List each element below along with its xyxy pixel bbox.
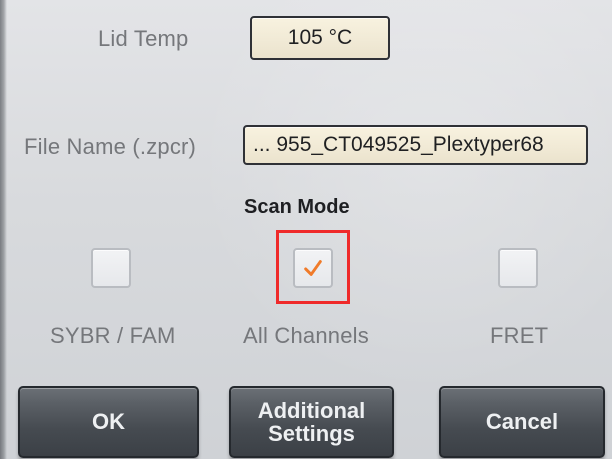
ok-button[interactable]: OK <box>18 386 199 458</box>
scan-mode-label-fret: FRET <box>490 323 549 348</box>
scan-mode-title: Scan Mode <box>244 196 350 218</box>
scan-mode-label-sybr-fam: SYBR / FAM <box>50 323 176 348</box>
scan-mode-checkbox-fret[interactable] <box>498 248 538 288</box>
additional-settings-button-label: Additional Settings <box>257 397 366 446</box>
lid-temp-value: 105 °C <box>287 26 353 49</box>
cancel-button-label: Cancel <box>485 409 559 435</box>
file-name-value: ... 955_CT049525_Plextyper68 <box>253 133 544 156</box>
file-name-field[interactable]: ... 955_CT049525_Plextyper68 <box>243 125 588 165</box>
lid-temp-label: Lid Temp <box>98 26 189 51</box>
settings-screen: Lid Temp 105 °C File Name (.zpcr) ... 95… <box>0 0 612 459</box>
file-name-label: File Name (.zpcr) <box>24 134 197 159</box>
lid-temp-field[interactable]: 105 °C <box>250 16 390 60</box>
selected-option-highlight <box>276 230 350 304</box>
scan-mode-checkbox-sybr-fam[interactable] <box>91 248 131 288</box>
additional-settings-button[interactable]: Additional Settings <box>229 386 394 458</box>
scan-mode-label-all-channels: All Channels <box>243 323 369 348</box>
ok-button-label: OK <box>92 409 125 435</box>
cancel-button[interactable]: Cancel <box>439 386 605 458</box>
